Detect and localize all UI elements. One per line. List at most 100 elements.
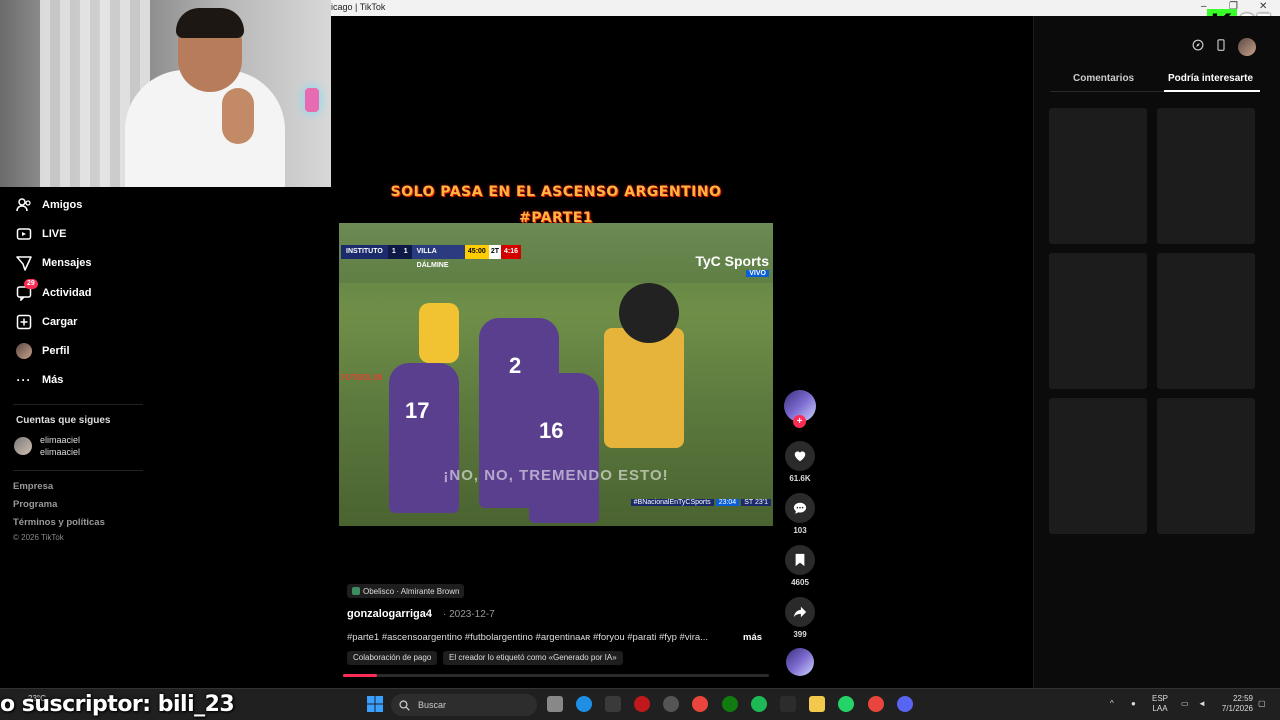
recommended-thumbnail[interactable] [1049,253,1147,389]
sidebar-item-more[interactable]: ··· Más [0,366,160,395]
recommended-thumbnail[interactable] [1157,108,1255,244]
ai-generated-tag[interactable]: El creador lo etiquetó como «Generado po… [443,651,623,665]
sidebar-item-label: Mensajes [42,257,92,270]
edge-browser-icon[interactable] [576,696,592,712]
microphone-icon[interactable]: ● [1131,699,1136,709]
user-avatar[interactable] [1238,38,1256,56]
activity-badge: 29 [24,278,38,289]
notifications-icon[interactable]: ▢ [1258,699,1266,709]
copyright: © 2026 TikTok [13,533,64,542]
post-date: · 2023-12-7 [443,609,495,620]
footer-link-program[interactable]: Programa [13,499,105,517]
sidebar-item-activity[interactable]: 29 Actividad [0,278,160,307]
like-action[interactable]: 61.6K [785,441,815,483]
sidebar-item-profile[interactable]: Perfil [0,336,160,365]
save-action[interactable]: 4605 [785,545,815,587]
location-tag[interactable]: Obelisco · Almirante Brown [347,584,465,598]
scoreboard-extra: 4:16 [500,245,521,259]
footer-link-company[interactable]: Empresa [13,481,105,499]
sidebar-item-label: Cargar [42,315,78,328]
comment-icon [785,493,815,523]
broadcast-hashtag: #BNacionalEnTyCSports [630,499,714,506]
webcam-lamp [305,88,319,112]
chrome-icon[interactable] [868,696,884,712]
discord-icon[interactable] [897,696,913,712]
search-placeholder: Buscar [418,700,447,710]
friends-icon [16,197,32,213]
sidebar-item-messages[interactable]: Mensajes [0,249,160,278]
task-view-icon[interactable] [547,696,563,712]
video-caption-line1: SOLO PASA EN EL ASCENSO ARGENTINO [390,184,722,200]
sidebar-item-live[interactable]: LIVE [0,219,160,248]
spotify-icon[interactable] [751,696,767,712]
paid-partnership-tag[interactable]: Colaboración de pago [347,651,438,665]
subscriber-alert: o suscriptor: bili_23 [0,691,235,717]
webcam-person-hand [222,88,254,144]
webcam-overlay [0,0,331,187]
capcut-icon[interactable] [780,696,796,712]
player-number: 17 [405,398,430,423]
like-count: 61.6K [789,474,811,483]
follow-plus-icon[interactable]: + [793,415,806,428]
windows-start-icon[interactable] [367,696,383,712]
scoreboard-score1: 1 [387,245,400,259]
compass-icon[interactable] [1192,38,1204,56]
recommended-thumbnail[interactable] [1049,108,1147,244]
recommended-thumbnail[interactable] [1049,398,1147,534]
keyboard-layout: LAA [1152,704,1168,713]
video-referee [619,283,679,343]
sidebar-item-friends[interactable]: Amigos [0,190,160,219]
video-referee-vest [604,328,684,448]
sidebar-divider [13,470,143,471]
more-icon: ··· [16,373,32,388]
video-progress-bar[interactable] [343,674,769,677]
network-icon[interactable]: ▭ [1181,699,1189,709]
file-explorer-icon[interactable] [809,696,825,712]
window-title: icago | TikTok [331,2,386,12]
active-tab-indicator [1164,90,1260,92]
clock[interactable]: 22:59 7/1/2026 [1217,694,1253,714]
video-player-figure [389,363,459,513]
following-name: elimaaciel [40,435,81,445]
post-author[interactable]: gonzalogarriga4 [347,608,432,620]
tab-comments[interactable]: Comentarios [1073,73,1134,84]
whatsapp-icon[interactable] [838,696,854,712]
chrome-icon[interactable] [692,696,708,712]
sidebar-nav: Amigos LIVE Mensajes 29 Actividad Cargar… [0,190,160,395]
recommended-thumbnail[interactable] [1157,253,1255,389]
comment-action[interactable]: 103 [785,493,815,535]
volume-icon[interactable]: ◄ [1198,699,1206,709]
player-number: 16 [539,418,564,443]
app-red-icon[interactable] [634,696,650,712]
taskbar-search[interactable]: Buscar [391,694,537,716]
following-account[interactable]: elimaaciel elimaaciel [14,434,80,458]
scoreboard-period: 2T [488,245,501,259]
video-player[interactable]: INSTITUTO 1 1 VILLA DÁLMINE 45:00 2T 4:1… [339,223,773,526]
share-count: 399 [793,630,807,639]
sidebar-item-label: Amigos [42,198,83,211]
following-avatar [14,437,32,455]
phone-icon[interactable] [1216,38,1226,56]
broadcast-time: 23:04 [715,499,740,506]
location-label: Obelisco · Almirante Brown [363,586,460,596]
right-toolbar [1192,38,1256,56]
language-code: ESP [1152,694,1169,703]
tab-recommended[interactable]: Podría interesarte [1168,73,1253,84]
sound-avatar[interactable] [786,648,814,676]
following-handle: elimaaciel [40,447,81,457]
comment-count: 103 [793,526,807,535]
more-link[interactable]: más [743,632,762,643]
xbox-icon[interactable] [722,696,738,712]
share-action[interactable]: 399 [785,597,815,639]
video-progress-fill [343,674,378,677]
upload-icon [16,314,32,330]
chevron-up-icon[interactable]: ^ [1110,699,1114,709]
window-titlebar: icago | TikTok – ❐ ✕ [331,0,1280,16]
obs-icon[interactable] [605,696,621,712]
settings-gear-icon[interactable] [663,696,679,712]
recommended-thumbnail[interactable] [1157,398,1255,534]
sidebar-item-upload[interactable]: Cargar [0,307,160,336]
language-indicator[interactable]: ESP LAA [1152,694,1168,714]
broadcast-period: ST 23'1 [741,499,771,506]
video-watermark: FUTBOL09 [341,373,383,382]
